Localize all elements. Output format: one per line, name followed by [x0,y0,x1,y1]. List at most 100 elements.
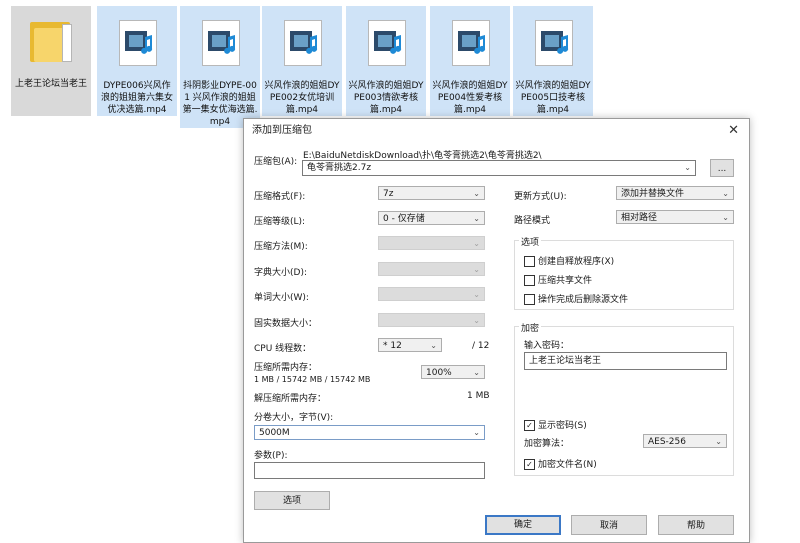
file-item-video[interactable]: 兴风作浪的姐姐DYPE004性爱考核篇.mp4 [430,6,510,116]
close-icon[interactable]: ✕ [728,119,739,143]
dialog-title: 添加到压缩包 [252,125,312,136]
level-label: 压缩等级(L): [254,217,306,227]
encrypt-method-select[interactable]: AES-256 ⌄ [643,434,727,448]
file-caption: 兴风作浪的姐姐DYPE005口技考核篇.mp4 [515,81,591,115]
video-file-icon [535,20,573,66]
chevron-down-icon: ⌄ [473,290,480,299]
update-mode-select[interactable]: 添加并替换文件 ⌄ [616,186,734,200]
video-file-icon [202,20,240,66]
file-item-video[interactable]: 兴风作浪的姐姐DYPE002女优培训篇.mp4 [262,6,342,116]
archive-name-value: 龟苓膏挑选2.7z [307,163,372,173]
path-value: 相对路径 [621,213,658,223]
add-to-archive-dialog: 添加到压缩包 ✕ 压缩包(A): E:\BaiduNetdiskDownload… [243,118,750,543]
method-select: ⌄ [378,236,485,250]
dict-label: 字典大小(D): [254,268,307,278]
split-label: 分卷大小，字节(V): [254,413,334,423]
file-caption: 兴风作浪的姐姐DYPE003情欲考核篇.mp4 [348,81,424,115]
check-icon: ✓ [524,420,535,431]
check-icon: ✓ [524,459,535,470]
show-password-checkbox[interactable]: ✓ 显示密码(S) [524,418,587,431]
encrypt-method-label: 加密算法： [524,439,570,449]
mem-percent-value: 100% [426,368,452,378]
chevron-down-icon: ⌄ [684,163,691,172]
shared-label: 压缩共享文件 [538,276,593,286]
params-label: 参数(P): [254,451,288,461]
cpu-value: * 12 [383,341,402,351]
video-file-icon [119,20,157,66]
method-label: 压缩方法(M): [254,242,308,252]
dialog-titlebar: 添加到压缩包 ✕ [244,119,749,143]
mem-decomp-label: 解压缩所需内存： [254,394,327,404]
encrypt-names-checkbox[interactable]: ✓ 加密文件名(N) [524,457,597,470]
cancel-button[interactable]: 取消 [571,515,647,535]
shared-checkbox[interactable]: 压缩共享文件 [524,273,592,286]
cpu-label: CPU 线程数： [254,344,312,354]
file-item-video[interactable]: 抖阴影业DYPE-001 兴风作浪的姐姐第一集女优海选篇.mp4 [180,6,260,128]
cpu-total: / 12 [472,341,490,351]
chevron-down-icon: ⌄ [473,239,480,248]
options-button[interactable]: 选项 [254,491,330,510]
checkbox-box [524,275,535,286]
ok-button[interactable]: 确定 [485,515,561,535]
format-value: 7z [383,189,394,199]
chevron-down-icon: ⌄ [715,437,722,446]
encrypt-method-value: AES-256 [648,437,686,447]
browse-button[interactable]: ... [710,159,734,177]
file-caption: 上老王论坛当老王 [14,79,87,89]
file-item-video[interactable]: 兴风作浪的姐姐DYPE005口技考核篇.mp4 [513,6,593,116]
video-file-icon [284,20,322,66]
params-input[interactable] [254,462,485,479]
dict-select: ⌄ [378,262,485,276]
solid-label: 固实数据大小： [254,319,318,329]
password-input[interactable]: 上老王论坛当老王 [524,352,727,370]
chevron-down-icon: ⌄ [473,428,480,437]
update-label: 更新方式(U): [514,192,567,202]
sfx-checkbox[interactable]: 创建自释放程序(X) [524,254,614,267]
split-value: 5000M [259,428,290,438]
word-select: ⌄ [378,287,485,301]
chevron-down-icon: ⌄ [473,316,480,325]
solid-select: ⌄ [378,313,485,327]
sfx-label: 创建自释放程序(X) [538,257,615,267]
chevron-down-icon: ⌄ [430,341,437,350]
help-button[interactable]: 帮助 [658,515,734,535]
chevron-down-icon: ⌄ [473,368,480,377]
mem-decomp-value: 1 MB [467,391,490,401]
mem-comp-label: 压缩所需内存： [254,363,318,373]
level-value: 0 - 仅存储 [383,214,425,224]
encryption-group-title: 加密 [519,321,542,334]
password-label: 输入密码： [524,341,570,351]
archive-label: 压缩包(A): [254,157,298,167]
video-file-icon [368,20,406,66]
chevron-down-icon: ⌄ [722,213,729,222]
file-item-video[interactable]: DYPE006兴风作浪的姐姐第六集女优决选篇.mp4 [97,6,177,116]
checkbox-box [524,294,535,305]
update-value: 添加并替换文件 [621,189,685,199]
split-size-combo[interactable]: 5000M ⌄ [254,425,485,440]
delete-source-label: 操作完成后删除源文件 [538,295,629,305]
word-label: 单词大小(W): [254,293,309,303]
chevron-down-icon: ⌄ [473,265,480,274]
format-select[interactable]: 7z ⌄ [378,186,485,200]
mem-comp-value: 1 MB / 15742 MB / 15742 MB [254,375,371,384]
cpu-threads-select[interactable]: * 12 ⌄ [378,338,442,352]
chevron-down-icon: ⌄ [473,189,480,198]
checkbox-box [524,256,535,267]
mem-percent-select[interactable]: 100% ⌄ [421,365,485,379]
show-password-label: 显示密码(S) [538,421,587,431]
level-select[interactable]: 0 - 仅存储 ⌄ [378,211,485,225]
file-caption: DYPE006兴风作浪的姐姐第六集女优决选篇.mp4 [100,81,173,115]
options-group-title: 选项 [519,235,542,248]
file-item-folder[interactable]: 上老王论坛当老王 [11,6,91,116]
file-caption: 兴风作浪的姐姐DYPE002女优培训篇.mp4 [264,81,340,115]
file-item-video[interactable]: 兴风作浪的姐姐DYPE003情欲考核篇.mp4 [346,6,426,116]
chevron-down-icon: ⌄ [473,214,480,223]
video-file-icon [452,20,490,66]
encrypt-names-label: 加密文件名(N) [538,460,597,470]
archive-name-combo[interactable]: 龟苓膏挑选2.7z ⌄ [302,160,696,176]
path-mode-select[interactable]: 相对路径 ⌄ [616,210,734,224]
delete-source-checkbox[interactable]: 操作完成后删除源文件 [524,292,628,305]
folder-icon [28,18,74,64]
path-label: 路径模式 [514,216,551,226]
format-label: 压缩格式(F): [254,192,306,202]
